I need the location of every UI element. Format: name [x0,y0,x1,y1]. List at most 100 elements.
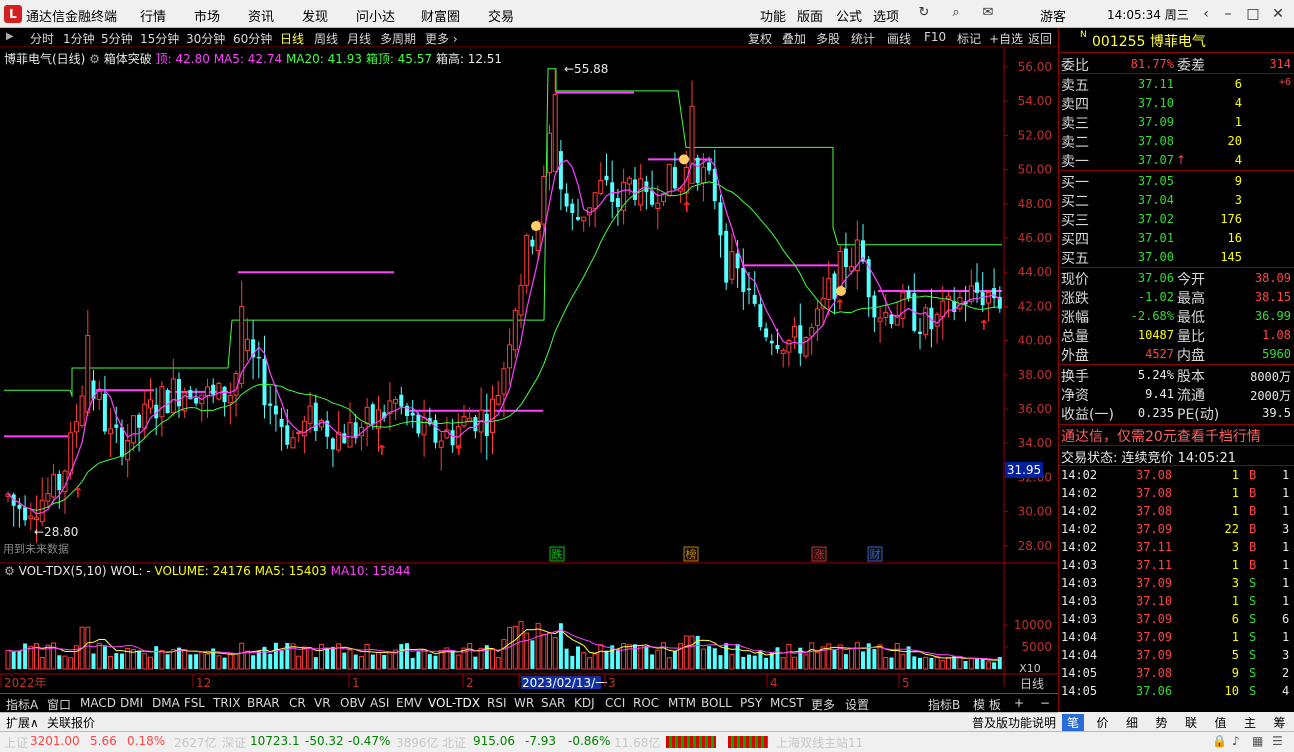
quote-title[interactable]: 001255 博菲电气 [1092,31,1206,51]
period-60min[interactable]: 60分钟 [233,30,272,47]
tab-sar[interactable]: SAR [541,696,565,710]
tab-obv[interactable]: OBV [340,696,366,710]
search-icon[interactable]: ⌕ [948,5,964,21]
minimize-icon[interactable]: – [1218,4,1238,24]
period-more[interactable]: 更多 › [425,30,458,47]
tab--[interactable]: 更多 [811,696,835,713]
ask-price[interactable]: 37.08 [1110,134,1174,148]
quote-tab-1[interactable]: 价 [1097,714,1109,731]
volume-indicator-name[interactable]: VOL-TDX(5,10) [19,564,107,578]
menu-wenxiaoda[interactable]: 问小达 [356,6,395,25]
tab-fsl[interactable]: FSL [184,696,205,710]
ask-price[interactable]: 37.07 [1110,153,1174,167]
period-fenshi[interactable]: 分时 [30,30,54,47]
sz-label[interactable]: 深证 [222,734,246,751]
tab-kdj[interactable]: KDJ [574,696,595,710]
tab-wr[interactable]: WR [514,696,534,710]
promo-link[interactable]: 通达信，仅需20元查看千档行情 [1061,426,1261,446]
kline-chart[interactable]: ←55.88 ←28.80 用到未来数据 ↑ ↑ ↑ ↑ ↑ ↑ 跌 榜 涨 财 56.00 54.00 5… [0,47,1058,693]
menu-gongshi[interactable]: 公式 [836,6,862,25]
tab-brar[interactable]: BRAR [247,696,280,710]
tab-template[interactable]: 模 板 [973,696,1001,713]
tab---1[interactable]: 窗口 [47,696,71,713]
tool-tongji[interactable]: 统计 [851,30,875,47]
tool-biaoji[interactable]: 标记 [957,30,981,47]
tool-zixuan[interactable]: +自选 [989,30,1023,47]
tab-asi[interactable]: ASI [370,696,389,710]
period-weekly[interactable]: 周线 [314,30,338,47]
period-5min[interactable]: 5分钟 [101,30,133,47]
tab-roc[interactable]: ROC [633,696,659,710]
period-monthly[interactable]: 月线 [347,30,371,47]
tool-huaxian[interactable]: 画线 [887,30,911,47]
tab-mcst[interactable]: MCST [770,696,804,710]
bid-price[interactable]: 37.01 [1110,231,1174,245]
mail-icon[interactable]: ✉ [980,5,996,21]
tab-indicator-b[interactable]: 指标B [928,696,960,713]
collapse-icon[interactable]: ▶ [6,31,14,42]
period-15min[interactable]: 15分钟 [140,30,179,47]
tab-emv[interactable]: EMV [396,696,422,710]
maximize-icon[interactable]: □ [1243,4,1263,24]
period-multi[interactable]: 多周期 [380,30,416,47]
menu-jiaoyi[interactable]: 交易 [488,6,514,25]
tab-minus[interactable]: − [1040,696,1050,710]
tool-diejia[interactable]: 叠加 [782,30,806,47]
quote-tab-0[interactable]: 笔 [1062,714,1085,731]
settings-icon[interactable]: ⚙ [89,52,100,66]
bid-price[interactable]: 37.05 [1110,174,1174,188]
tab-rsi[interactable]: RSI [487,696,507,710]
bell-icon[interactable]: ♪ [1232,734,1240,748]
tab-trix[interactable]: TRIX [213,696,240,710]
bid-price[interactable]: 37.04 [1110,193,1174,207]
tab-boll[interactable]: BOLL [701,696,732,710]
period-30min[interactable]: 30分钟 [186,30,225,47]
tool-fuquan[interactable]: 复权 [748,30,772,47]
tab-mtm[interactable]: MTM [668,696,696,710]
ask-price[interactable]: 37.11 [1110,77,1174,91]
tab-vr[interactable]: VR [314,696,331,710]
tab--[interactable]: 设置 [845,696,869,713]
related-quote-button[interactable]: 关联报价 [47,714,95,731]
quote-tab-3[interactable]: 势 [1156,714,1168,731]
expand-button[interactable]: 扩展∧ [6,714,39,731]
tab-macd[interactable]: MACD [80,696,116,710]
tab-psy[interactable]: PSY [740,696,762,710]
menu-hangqing[interactable]: 行情 [140,6,166,25]
menu-zixun[interactable]: 资讯 [248,6,274,25]
indicator-name[interactable]: 箱体突破 [104,52,152,66]
bid-price[interactable]: 37.02 [1110,212,1174,226]
quote-tab-6[interactable]: 主 [1244,714,1256,731]
menu-shichang[interactable]: 市场 [194,6,220,25]
bz-label[interactable]: 北证 [442,734,466,751]
tool-f10[interactable]: F10 [924,30,946,44]
tab-cci[interactable]: CCI [605,696,625,710]
server-name[interactable]: 上海双线主站11 [776,734,863,751]
lock-icon[interactable]: 🔒 [1212,734,1227,748]
menu-faxian[interactable]: 发现 [302,6,328,25]
quote-tab-5[interactable]: 值 [1215,714,1227,731]
sh-label[interactable]: 上证 [4,734,28,751]
menu-banmian[interactable]: 版面 [797,6,823,25]
layout-icon[interactable]: ▦ [1252,734,1263,748]
tab--a-0[interactable]: 指标A [6,696,38,713]
ask-price[interactable]: 37.09 [1110,115,1174,129]
tab-dma[interactable]: DMA [152,696,180,710]
quote-tab-7[interactable]: 筹 [1274,714,1286,731]
period-1min[interactable]: 1分钟 [63,30,95,47]
tab-cr[interactable]: CR [289,696,306,710]
menu-caifuquan[interactable]: 财富圈 [421,6,460,25]
refresh-icon[interactable]: ↻ [916,5,932,21]
close-icon[interactable]: ✕ [1268,4,1288,24]
back-icon[interactable]: ‹ [1196,4,1216,24]
tool-duogu[interactable]: 多股 [816,30,840,47]
tool-fanhui[interactable]: 返回 [1028,30,1052,47]
menu-gongneng[interactable]: 功能 [760,6,786,25]
ask-price[interactable]: 37.10 [1110,96,1174,110]
tab-dmi[interactable]: DMI [120,696,143,710]
help-link[interactable]: 普及版功能说明 [972,714,1056,731]
menu-xuanxiang[interactable]: 选项 [873,6,899,25]
user-label[interactable]: 游客 [1040,6,1066,25]
quote-tab-2[interactable]: 细 [1126,714,1138,731]
period-daily[interactable]: 日线 [280,30,304,47]
